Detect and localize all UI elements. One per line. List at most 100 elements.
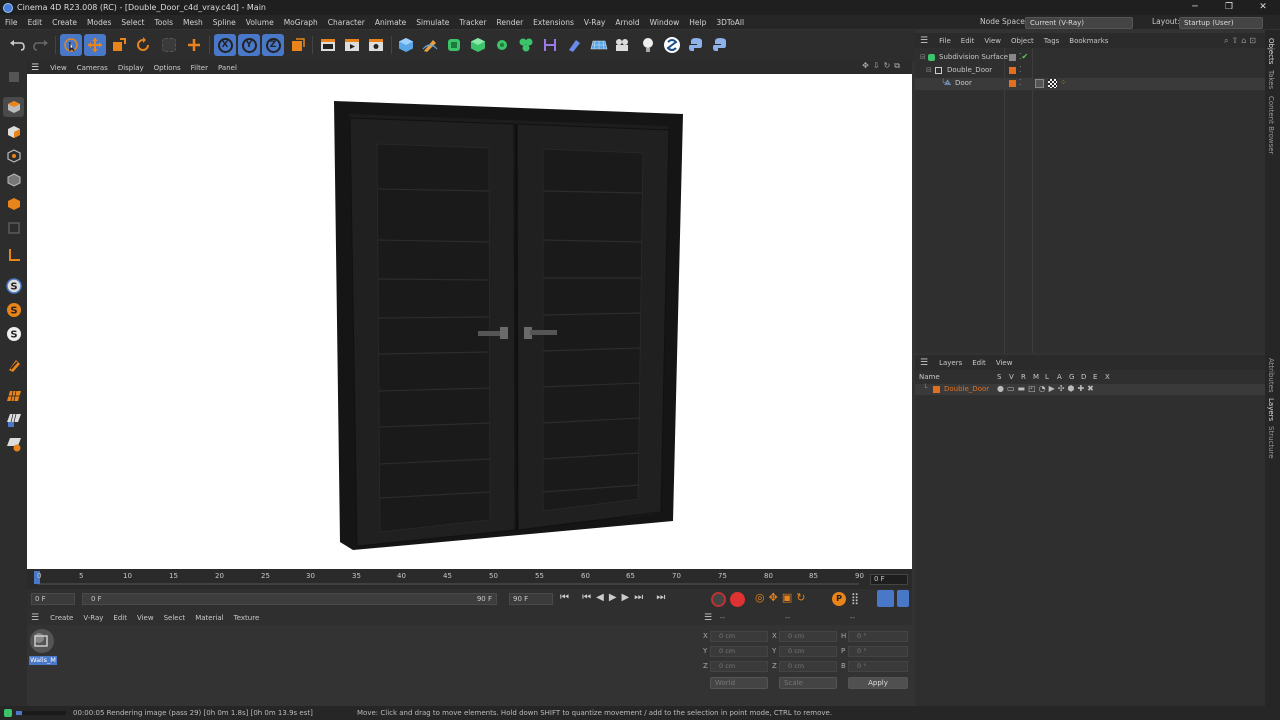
coord-hamburger-icon[interactable]: ☰ [704,613,712,623]
menu-animate[interactable]: Animate [370,18,411,27]
timeline-ruler[interactable]: 0 5 10 15 20 25 30 35 40 45 50 55 60 65 … [27,569,912,589]
obj-menu-edit[interactable]: Edit [956,37,980,45]
point-mode-button[interactable] [3,146,24,166]
menu-tools[interactable]: Tools [150,18,178,27]
layer-menu-layers[interactable]: Layers [934,359,967,367]
obj-menu-bookmarks[interactable]: Bookmarks [1064,37,1113,45]
x-axis-button[interactable]: X [214,34,236,56]
current-frame-field[interactable]: 0 F [870,574,908,585]
menu-mesh[interactable]: Mesh [178,18,208,27]
menu-render[interactable]: Render [491,18,528,27]
maximize-button[interactable]: ❐ [1212,0,1246,15]
viewport-menu-cameras[interactable]: Cameras [72,64,113,72]
viewport-hamburger-icon[interactable]: ☰ [31,63,39,73]
menu-spline[interactable]: Spline [208,18,241,27]
mat-menu-edit[interactable]: Edit [108,614,132,622]
close-button[interactable]: ✕ [1246,0,1280,15]
layer-menu-view[interactable]: View [991,359,1018,367]
locked-workplane-button[interactable] [3,410,24,430]
planar-workplane-button[interactable] [3,434,24,454]
python-script-button[interactable] [685,34,707,56]
param-key-button[interactable]: P [832,592,846,606]
viewport-menu-display[interactable]: Display [113,64,149,72]
render-settings-button[interactable] [365,34,387,56]
mat-menu-material[interactable]: Material [190,614,228,622]
subdivision-surface-button[interactable] [443,34,465,56]
size-z-field[interactable]: 0 cm [779,661,837,672]
material-tag-icon[interactable] [1048,79,1057,88]
snap-workplane-button[interactable]: S [3,324,24,344]
undo-button[interactable] [6,34,28,56]
tab-attributes[interactable]: Attributes [1267,358,1275,393]
menu-volume[interactable]: Volume [241,18,279,27]
menu-3dtoall[interactable]: 3DToAll [711,18,749,27]
start-frame-field[interactable]: 0 F [31,593,75,605]
object-hamburger-icon[interactable]: ☰ [920,36,928,46]
snap-settings-button[interactable]: S [3,300,24,320]
mat-menu-create[interactable]: Create [45,614,78,622]
recent-tools-button[interactable] [158,34,180,56]
redo-button[interactable] [30,34,52,56]
menu-modes[interactable]: Modes [82,18,116,27]
viewport-menu-view[interactable]: View [45,64,72,72]
menu-extensions[interactable]: Extensions [528,18,579,27]
material-hamburger-icon[interactable]: ☰ [31,613,39,623]
end-frame-field[interactable]: 90 F [509,593,553,605]
viewport-menu-filter[interactable]: Filter [186,64,213,72]
polygon-mode-button[interactable] [3,194,24,214]
menu-character[interactable]: Character [323,18,370,27]
coordinate-system-button[interactable] [287,34,309,56]
transform-tool-button[interactable] [183,34,205,56]
deformer-button[interactable] [539,34,561,56]
size-x-field[interactable]: 0 cm [779,631,837,642]
visibility-dots-icon-2[interactable]: ⁚ [1019,78,1022,87]
object-row-double-door[interactable]: ⊟ Double_Door ⁚ [915,65,1265,77]
extrude-generator-button[interactable] [467,34,489,56]
tweak-mode-button[interactable] [3,355,24,375]
tab-structure[interactable]: Structure [1267,426,1275,459]
snap-button[interactable]: S [3,276,24,296]
material-swatch[interactable]: Walls_M [29,628,57,666]
mat-menu-texture[interactable]: Texture [229,614,265,622]
tab-takes[interactable]: Takes [1267,70,1275,89]
menu-file[interactable]: File [0,18,23,27]
layer-hamburger-icon[interactable]: ☰ [920,358,928,368]
scale-tool-button[interactable] [108,34,130,56]
render-picture-viewer-button[interactable] [341,34,363,56]
rotate-tool-button[interactable] [132,34,154,56]
menu-create[interactable]: Create [47,18,82,27]
minimize-button[interactable]: ─ [1178,0,1212,15]
camera-button[interactable] [612,34,634,56]
menu-select[interactable]: Select [116,18,149,27]
playback-controls[interactable]: ⏮ ⏮◀▶▶⏭ ⏭ [560,592,670,603]
mat-menu-view[interactable]: View [132,614,159,622]
pen-spline-button[interactable] [419,34,441,56]
edge-mode-button[interactable] [3,170,24,190]
key-filter-buttons[interactable]: ◎✥▣↻ [755,591,809,604]
apply-button[interactable]: Apply [848,677,908,689]
floor-button[interactable] [588,34,610,56]
fcurve-button[interactable] [897,590,909,607]
menu-mograph[interactable]: MoGraph [279,18,323,27]
viewport-menu-panel[interactable]: Panel [213,64,242,72]
menu-help[interactable]: Help [684,18,711,27]
uv-mode-button[interactable] [3,218,24,238]
object-search-icons[interactable]: ⌕⇧⌂⊡ [1224,36,1259,46]
axis-mode-button[interactable] [3,245,24,265]
workplane-button[interactable] [3,386,24,406]
z-axis-button[interactable]: Z [262,34,284,56]
model-mode-button[interactable] [3,97,24,117]
render-view-button[interactable] [317,34,339,56]
field-button[interactable] [563,34,585,56]
menu-window[interactable]: Window [645,18,685,27]
tab-content-browser[interactable]: Content Browser [1267,96,1275,154]
obj-menu-file[interactable]: File [934,37,956,45]
size-y-field[interactable]: 0 cm [779,646,837,657]
obj-menu-tags[interactable]: Tags [1039,37,1065,45]
menu-tracker[interactable]: Tracker [454,18,491,27]
move-tool-button[interactable] [84,34,106,56]
texture-mode-button[interactable] [3,122,24,142]
mat-menu-select[interactable]: Select [159,614,191,622]
obj-menu-view[interactable]: View [979,37,1006,45]
viewport-navigation-icons[interactable]: ✥⇩↻⧉ [862,61,904,71]
